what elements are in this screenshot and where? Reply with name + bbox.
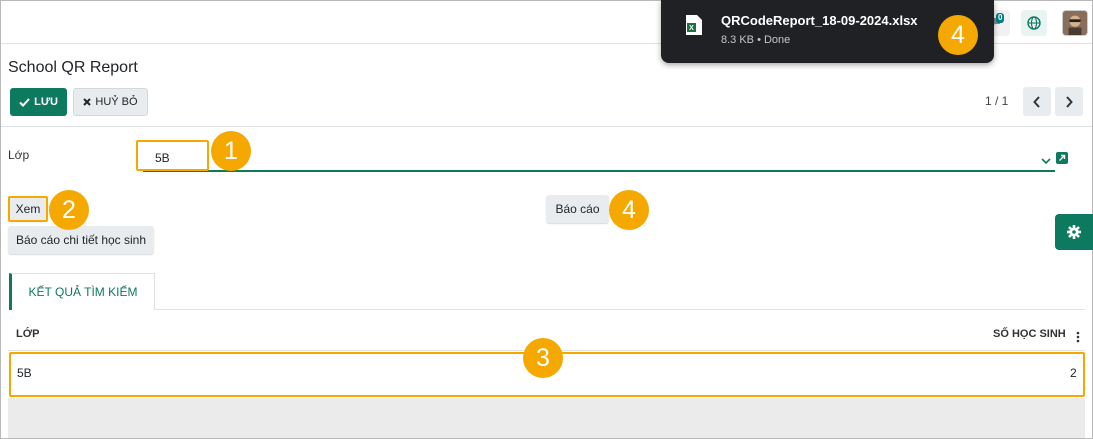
external-link-icon[interactable] xyxy=(1056,152,1068,164)
close-icon xyxy=(83,98,92,106)
step-marker-4-report: 4 xyxy=(609,190,649,230)
pager-next-button[interactable] xyxy=(1055,87,1083,116)
download-file-name[interactable]: QRCodeReport_18-09-2024.xlsx xyxy=(721,13,918,28)
message-count-badge: 0 xyxy=(996,13,1005,23)
class-field-label: Lớp xyxy=(8,148,30,162)
report-button[interactable]: Báo cáo xyxy=(546,195,609,223)
class-field-underline xyxy=(143,170,1055,172)
gear-icon xyxy=(1067,225,1081,239)
chevron-right-icon xyxy=(1066,95,1073,108)
tab-search-results[interactable]: KẾT QUẢ TÌM KIẾM xyxy=(9,273,155,310)
chevron-down-icon[interactable] xyxy=(1041,153,1051,168)
control-panel-divider xyxy=(1,126,1092,127)
tab-underline xyxy=(155,309,1085,310)
save-button[interactable]: LƯU xyxy=(10,88,67,116)
student-detail-report-button[interactable]: Báo cáo chi tiết học sinh xyxy=(8,226,154,254)
pager-counter[interactable]: 1 / 1 xyxy=(985,94,1008,108)
step-marker-3: 3 xyxy=(523,338,563,378)
discard-button[interactable]: HUỶ BỎ xyxy=(73,88,148,116)
pager-previous-button[interactable] xyxy=(1023,87,1051,116)
step-marker-2: 2 xyxy=(49,190,89,230)
check-icon xyxy=(19,97,30,107)
svg-text:X: X xyxy=(689,25,694,32)
table-empty-area xyxy=(8,398,1085,438)
highlight-view-button xyxy=(8,196,48,222)
website-globe-icon[interactable] xyxy=(1021,10,1047,36)
download-status: 8.3 KB • Done xyxy=(721,34,791,46)
excel-file-icon: X xyxy=(685,14,703,36)
column-header-class[interactable]: LỚP xyxy=(16,328,39,340)
step-marker-4-download: 4 xyxy=(938,15,978,55)
page-title: School QR Report xyxy=(8,59,138,76)
settings-gear-button[interactable] xyxy=(1055,214,1093,250)
discard-button-label: HUỶ BỎ xyxy=(95,96,138,108)
user-avatar[interactable] xyxy=(1062,10,1088,36)
step-marker-1: 1 xyxy=(211,131,251,171)
column-header-student-count[interactable]: SỐ HỌC SINH xyxy=(993,328,1066,340)
chevron-left-icon xyxy=(1033,95,1040,108)
highlight-class-field xyxy=(136,140,209,171)
column-options-icon[interactable] xyxy=(1076,331,1080,346)
save-button-label: LƯU xyxy=(34,96,58,108)
